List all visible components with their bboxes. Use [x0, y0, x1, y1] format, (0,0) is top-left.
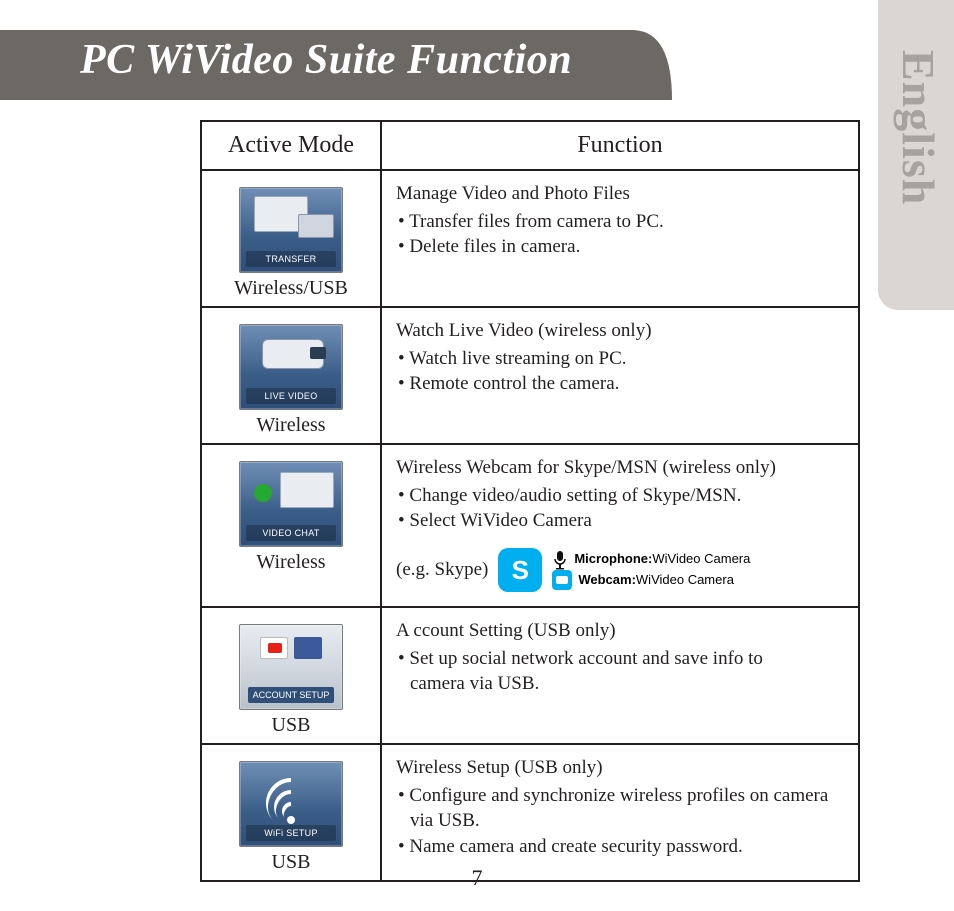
- function-bullet: Change video/audio setting of Skype/MSN.: [396, 483, 844, 509]
- function-title: Manage Video and Photo Files: [396, 181, 844, 207]
- function-cell: Wireless Webcam for Skype/MSN (wireless …: [382, 445, 858, 606]
- page-title: PC WiVideo Suite Function: [80, 36, 572, 84]
- wifi-setup-icon: WiFi SETUP: [239, 761, 343, 847]
- function-bullet: Delete files in camera.: [396, 234, 844, 260]
- function-bullet: Select WiVideo Camera: [396, 508, 844, 534]
- mic-label: Microphone:: [574, 551, 652, 566]
- facebook-icon: [294, 637, 322, 659]
- function-bullet: Remote control the camera.: [396, 371, 844, 397]
- example-prefix: (e.g. Skype): [396, 557, 488, 583]
- youtube-icon: [260, 637, 288, 659]
- function-title: Wireless Setup (USB only): [396, 755, 844, 781]
- transfer-icon: TRANSFER: [239, 187, 343, 273]
- mode-caption: Wireless: [210, 551, 372, 574]
- video-chat-icon: VIDEO CHAT: [239, 461, 343, 547]
- tile-label: TRANSFER: [246, 251, 336, 267]
- table-row: LIVE VIDEO Wireless Watch Live Video (wi…: [202, 308, 858, 445]
- function-bullet: Transfer files from camera to PC.: [396, 209, 844, 235]
- skype-icon: [498, 548, 542, 592]
- avatar-icon: [254, 484, 272, 502]
- mode-caption: USB: [210, 714, 372, 737]
- webcam-icon: [552, 570, 572, 590]
- tile-label: ACCOUNT SETUP: [248, 687, 334, 703]
- function-bullet: Configure and synchronize wireless profi…: [396, 783, 844, 809]
- mode-cell: ACCOUNT SETUP USB: [202, 608, 382, 743]
- mode-cell: VIDEO CHAT Wireless: [202, 445, 382, 606]
- function-cell: Watch Live Video (wireless only) Watch l…: [382, 308, 858, 443]
- function-bullet: Set up social network account and save i…: [396, 646, 844, 672]
- function-cell: Manage Video and Photo Files Transfer fi…: [382, 171, 858, 306]
- mode-caption: Wireless/USB: [210, 277, 372, 300]
- function-title: Watch Live Video (wireless only): [396, 318, 844, 344]
- account-setup-icon: ACCOUNT SETUP: [239, 624, 343, 710]
- tile-label: WiFi SETUP: [246, 825, 336, 841]
- column-header-mode: Active Mode: [202, 122, 382, 169]
- mic-value: WiVideo Camera: [652, 551, 750, 566]
- skype-example: (e.g. Skype) Microphone:WiVideo Camera W…: [396, 548, 844, 592]
- live-video-icon: LIVE VIDEO: [239, 324, 343, 410]
- page-number: 7: [0, 865, 954, 891]
- tile-label: VIDEO CHAT: [246, 525, 336, 541]
- cam-value: WiVideo Camera: [636, 572, 734, 587]
- table-row: WiFi SETUP USB Wireless Setup (USB only)…: [202, 745, 858, 880]
- mode-caption: Wireless: [210, 414, 372, 437]
- table-row: ACCOUNT SETUP USB A ccount Setting (USB …: [202, 608, 858, 745]
- function-bullet: via USB.: [396, 808, 844, 834]
- mode-cell: WiFi SETUP USB: [202, 745, 382, 880]
- title-bar-corner: [630, 30, 672, 100]
- language-tab: English: [878, 0, 954, 310]
- microphone-icon: [552, 550, 568, 570]
- function-cell: A ccount Setting (USB only) Set up socia…: [382, 608, 858, 743]
- table-header-row: Active Mode Function: [202, 122, 858, 171]
- table-row: VIDEO CHAT Wireless Wireless Webcam for …: [202, 445, 858, 608]
- wifi-dot-icon: [287, 816, 295, 824]
- function-bullet: Name camera and create security password…: [396, 834, 844, 860]
- function-bullet: camera via USB.: [396, 671, 844, 697]
- mode-cell: LIVE VIDEO Wireless: [202, 308, 382, 443]
- tile-label: LIVE VIDEO: [246, 388, 336, 404]
- function-title: A ccount Setting (USB only): [396, 618, 844, 644]
- function-table: Active Mode Function TRANSFER Wireless/U…: [200, 120, 860, 882]
- function-bullet: Watch live streaming on PC.: [396, 346, 844, 372]
- title-bar: PC WiVideo Suite Function: [0, 30, 850, 100]
- mode-cell: TRANSFER Wireless/USB: [202, 171, 382, 306]
- function-cell: Wireless Setup (USB only) Configure and …: [382, 745, 858, 880]
- function-title: Wireless Webcam for Skype/MSN (wireless …: [396, 455, 844, 481]
- language-label: English: [892, 50, 945, 205]
- cam-label: Webcam:: [578, 572, 636, 587]
- skype-settings: Microphone:WiVideo Camera Webcam:WiVideo…: [552, 549, 750, 591]
- table-row: TRANSFER Wireless/USB Manage Video and P…: [202, 171, 858, 308]
- column-header-function: Function: [382, 122, 858, 169]
